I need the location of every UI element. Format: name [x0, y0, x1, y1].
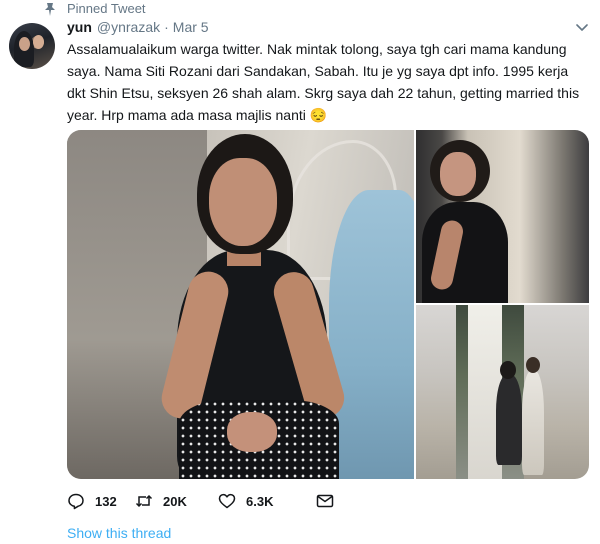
author-name[interactable]: yun — [67, 19, 92, 35]
like-button[interactable]: 6.3K — [218, 490, 273, 512]
tweet-header: yun @ynrazak · Mar 5 — [67, 19, 209, 39]
tweet-actions: 132 20K 6.3K — [67, 490, 387, 512]
tweet-text: Assalamualaikum warga twitter. Nak minta… — [67, 41, 580, 123]
reply-count: 132 — [95, 493, 117, 509]
photo-bottom-right[interactable] — [416, 305, 589, 479]
header-separator: · — [164, 19, 169, 35]
pinned-tweet-label: Pinned Tweet — [67, 1, 146, 16]
tweet-date[interactable]: Mar 5 — [173, 19, 209, 35]
show-thread-link[interactable]: Show this thread — [67, 525, 171, 541]
like-count: 6.3K — [246, 493, 274, 509]
author-handle[interactable]: @ynrazak — [97, 19, 160, 35]
reply-button[interactable]: 132 — [67, 490, 117, 512]
reply-icon — [68, 493, 84, 510]
envelope-icon — [316, 494, 334, 508]
retweet-icon — [135, 494, 153, 508]
photo-main[interactable] — [67, 130, 414, 479]
photo-top-right[interactable] — [416, 130, 589, 303]
chevron-down-icon[interactable] — [576, 24, 588, 32]
avatar[interactable] — [9, 23, 55, 69]
retweet-button[interactable]: 20K — [135, 490, 187, 512]
heart-icon — [218, 493, 236, 509]
direct-message-button[interactable] — [316, 490, 334, 512]
pin-icon — [45, 3, 55, 16]
retweet-count: 20K — [163, 493, 187, 509]
media-grid — [67, 130, 589, 479]
